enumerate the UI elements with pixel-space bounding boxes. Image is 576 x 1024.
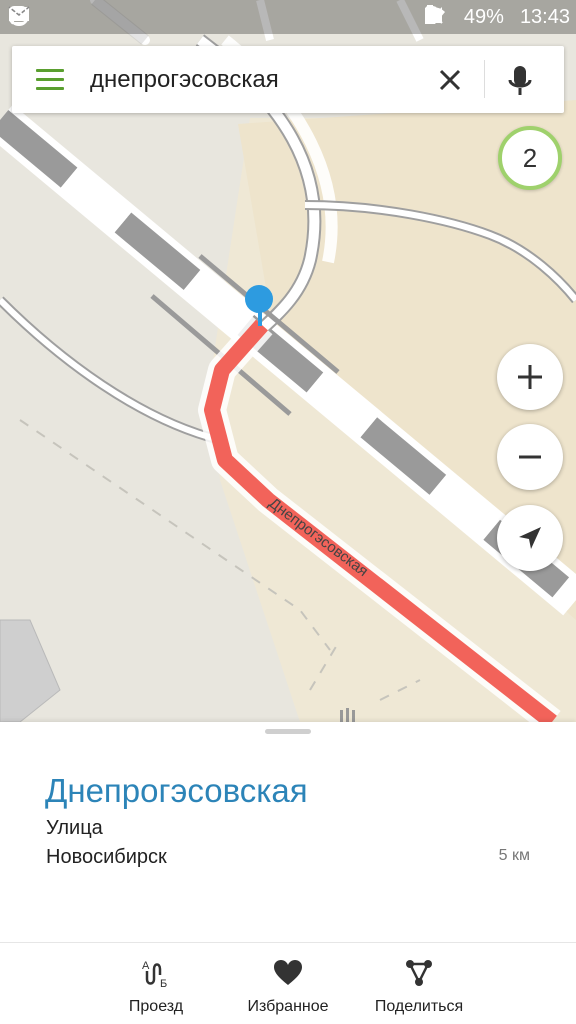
- route-icon: А Б: [142, 960, 167, 989]
- search-bar: [12, 46, 564, 113]
- search-input[interactable]: [90, 60, 420, 100]
- svg-text:А: А: [142, 960, 150, 972]
- clock: 13:43: [519, 6, 570, 28]
- route-button[interactable]: А Б Проезд: [111, 943, 201, 1024]
- voice-search-button[interactable]: [498, 58, 542, 102]
- place-title: Днепрогэсовская: [45, 772, 308, 809]
- place-type: Улица: [46, 817, 103, 839]
- search-divider: [484, 60, 485, 98]
- zoom-in-button[interactable]: [497, 344, 563, 410]
- microphone-icon: [508, 66, 532, 95]
- hamburger-icon: [36, 69, 64, 72]
- plus-icon: [518, 365, 542, 389]
- place-city: Новосибирск: [46, 846, 167, 868]
- favorites-button[interactable]: Избранное: [238, 943, 338, 1024]
- map-view[interactable]: Днепрогэсовская 49% 13:43 днепрогэсовска…: [0, 0, 576, 722]
- share-icon: [406, 960, 432, 986]
- battery-percent: 49%: [463, 6, 504, 28]
- route-label: Проезд: [128, 998, 184, 1015]
- svg-text:Б: Б: [160, 978, 167, 989]
- share-label: Поделиться: [374, 998, 464, 1015]
- building: [0, 619, 61, 722]
- clear-button[interactable]: [430, 60, 470, 100]
- minus-icon: [519, 455, 541, 459]
- drag-handle[interactable]: [265, 729, 311, 734]
- my-location-button[interactable]: [497, 505, 563, 571]
- place-distance: 5 км: [498, 847, 530, 864]
- road-west: [0, 297, 221, 443]
- results-count-badge[interactable]: 2: [498, 126, 562, 190]
- zoom-out-button[interactable]: [497, 424, 563, 490]
- heart-icon: [274, 960, 302, 985]
- menu-button[interactable]: [26, 60, 74, 100]
- poi-icon: [340, 708, 355, 722]
- share-button[interactable]: Поделиться: [366, 943, 472, 1024]
- action-bar: А Б Проезд Избранное Поделиться: [0, 942, 576, 1024]
- favorites-label: Избранное: [247, 998, 329, 1015]
- place-info-panel[interactable]: Днепрогэсовская Улица Новосибирск 5 км: [0, 722, 576, 942]
- close-icon: [439, 69, 461, 91]
- navigation-arrow-icon: [519, 527, 541, 549]
- status-bar: 49% 13:43: [0, 0, 576, 34]
